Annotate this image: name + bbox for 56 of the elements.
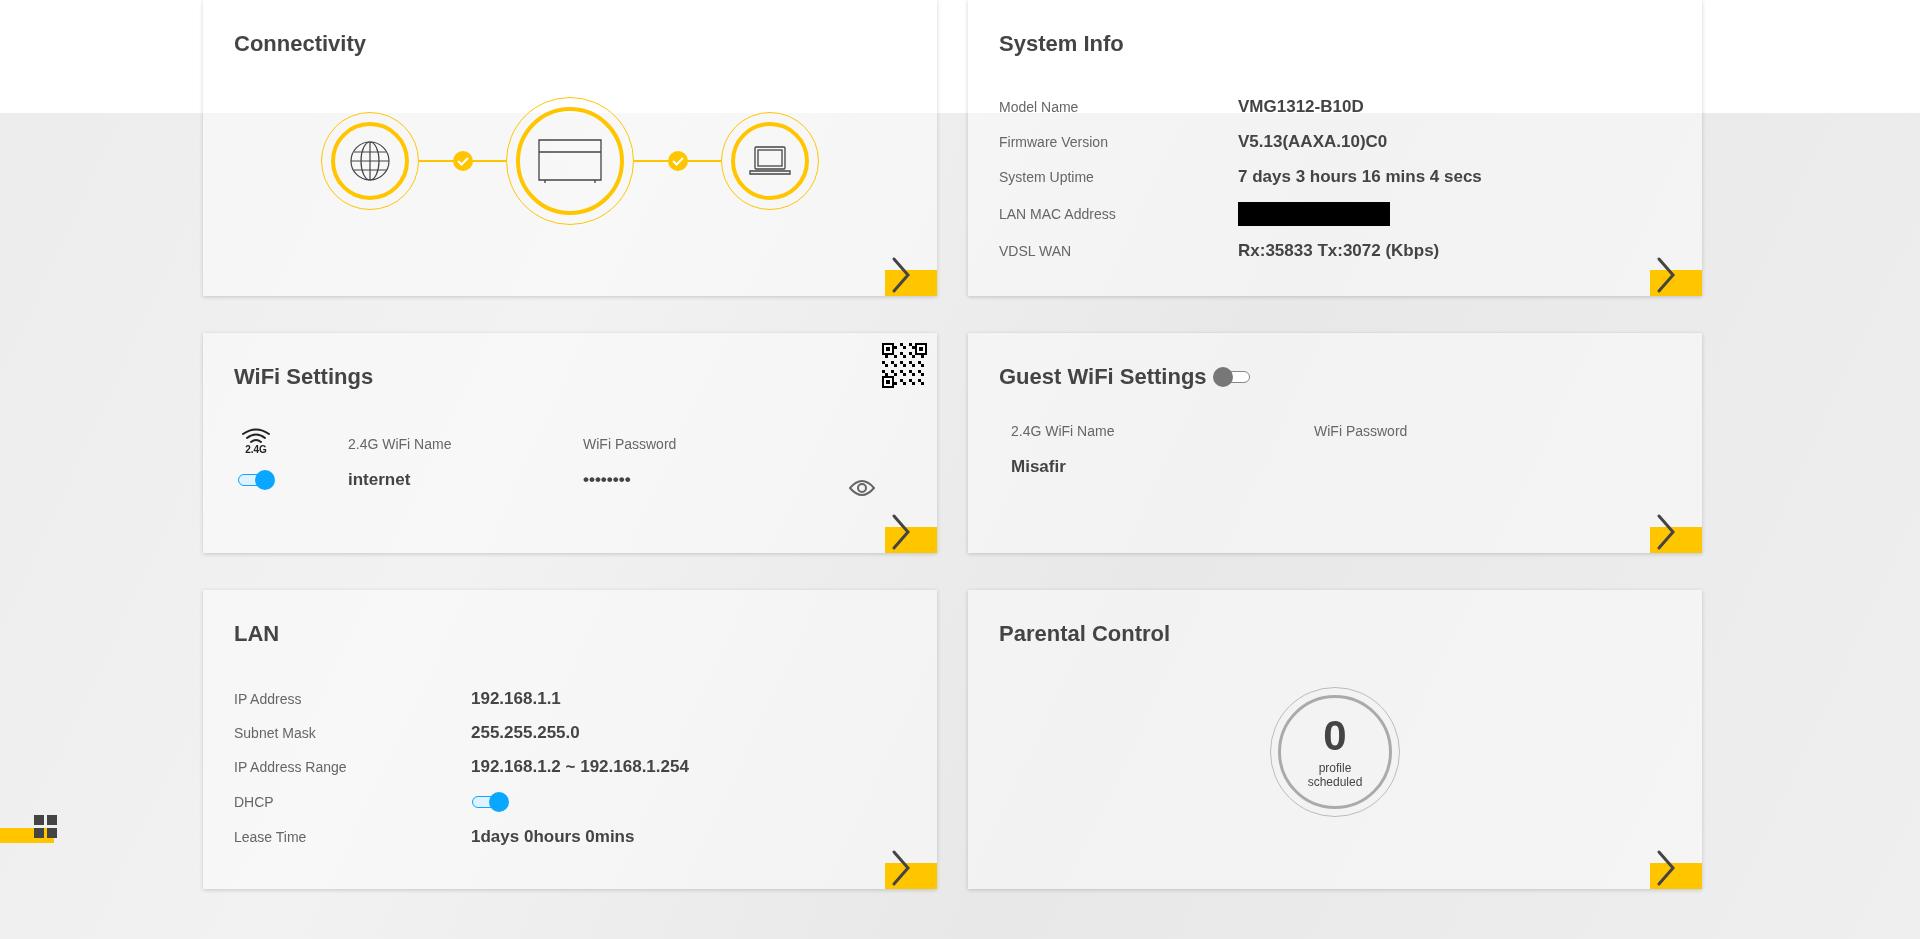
wifi-icon (241, 428, 271, 444)
chevron-right-icon (1656, 256, 1676, 294)
field-value: V5.13(AAXA.10)C0 (1238, 132, 1389, 152)
card-title: System Info (999, 31, 1124, 57)
count-caption: profile scheduled (1306, 760, 1364, 790)
password-value: •••••••• (583, 470, 631, 490)
field-label: Firmware Version (999, 134, 1109, 150)
field-value: 192.168.1.1 (471, 689, 562, 709)
field-label: 2.4G WiFi Name (348, 436, 452, 452)
band-label: 2.4G (245, 444, 267, 455)
chevron-right-icon (891, 513, 911, 551)
chevron-right-icon (1656, 849, 1676, 887)
router-icon (535, 136, 605, 186)
card-title: Connectivity (234, 31, 367, 57)
next-button[interactable] (885, 513, 937, 553)
field-value: internet (348, 470, 411, 490)
chevron-right-icon (891, 849, 911, 887)
field-label: Model Name (999, 99, 1080, 115)
profile-count: 0 (1323, 714, 1347, 757)
grid-icon[interactable] (34, 815, 58, 839)
field-label: 2.4G WiFi Name (1011, 423, 1115, 439)
field-label: System Uptime (999, 169, 1095, 185)
field-label: WiFi Password (1314, 423, 1408, 439)
field-value: 1days 0hours 0mins (471, 827, 636, 847)
laptop-icon (749, 144, 791, 178)
show-password-button[interactable] (849, 479, 875, 497)
field-value: Rx:35833 Tx:3072 (Kbps) (1238, 241, 1441, 261)
card-title: Parental Control (999, 621, 1171, 647)
chevron-right-icon (891, 256, 911, 294)
card-title: LAN (234, 621, 280, 647)
field-label: Subnet Mask (234, 725, 317, 741)
card-title: WiFi Settings (234, 364, 374, 390)
field-value: 7 days 3 hours 16 mins 4 secs (1238, 167, 1483, 187)
field-label: WiFi Password (583, 436, 677, 452)
toggle-switch[interactable] (471, 791, 509, 813)
chevron-right-icon (1656, 513, 1676, 551)
globe-icon (349, 140, 391, 182)
toggle-switch[interactable] (1212, 366, 1251, 388)
next-button[interactable] (885, 849, 937, 889)
next-button[interactable] (1650, 513, 1702, 553)
field-value: 192.168.1.2 ~ 192.168.1.254 (471, 757, 690, 777)
field-value: 255.255.255.0 (471, 723, 581, 743)
card-title: Guest WiFi Settings (999, 364, 1207, 390)
field-label: VDSL WAN (999, 243, 1073, 259)
field-label: Lease Time (234, 829, 308, 845)
next-button[interactable] (885, 256, 937, 296)
field-label: DHCP (234, 794, 275, 810)
field-label: IP Address (234, 691, 303, 707)
field-value: Misafir (1011, 457, 1066, 477)
field-value: VMG1312-B10D (1238, 97, 1365, 117)
field-label: LAN MAC Address (999, 206, 1117, 222)
toggle-switch[interactable] (237, 469, 275, 491)
field-label: IP Address Range (234, 759, 348, 775)
next-button[interactable] (1650, 256, 1702, 296)
next-button[interactable] (1650, 849, 1702, 889)
qr-code[interactable] (882, 343, 927, 388)
